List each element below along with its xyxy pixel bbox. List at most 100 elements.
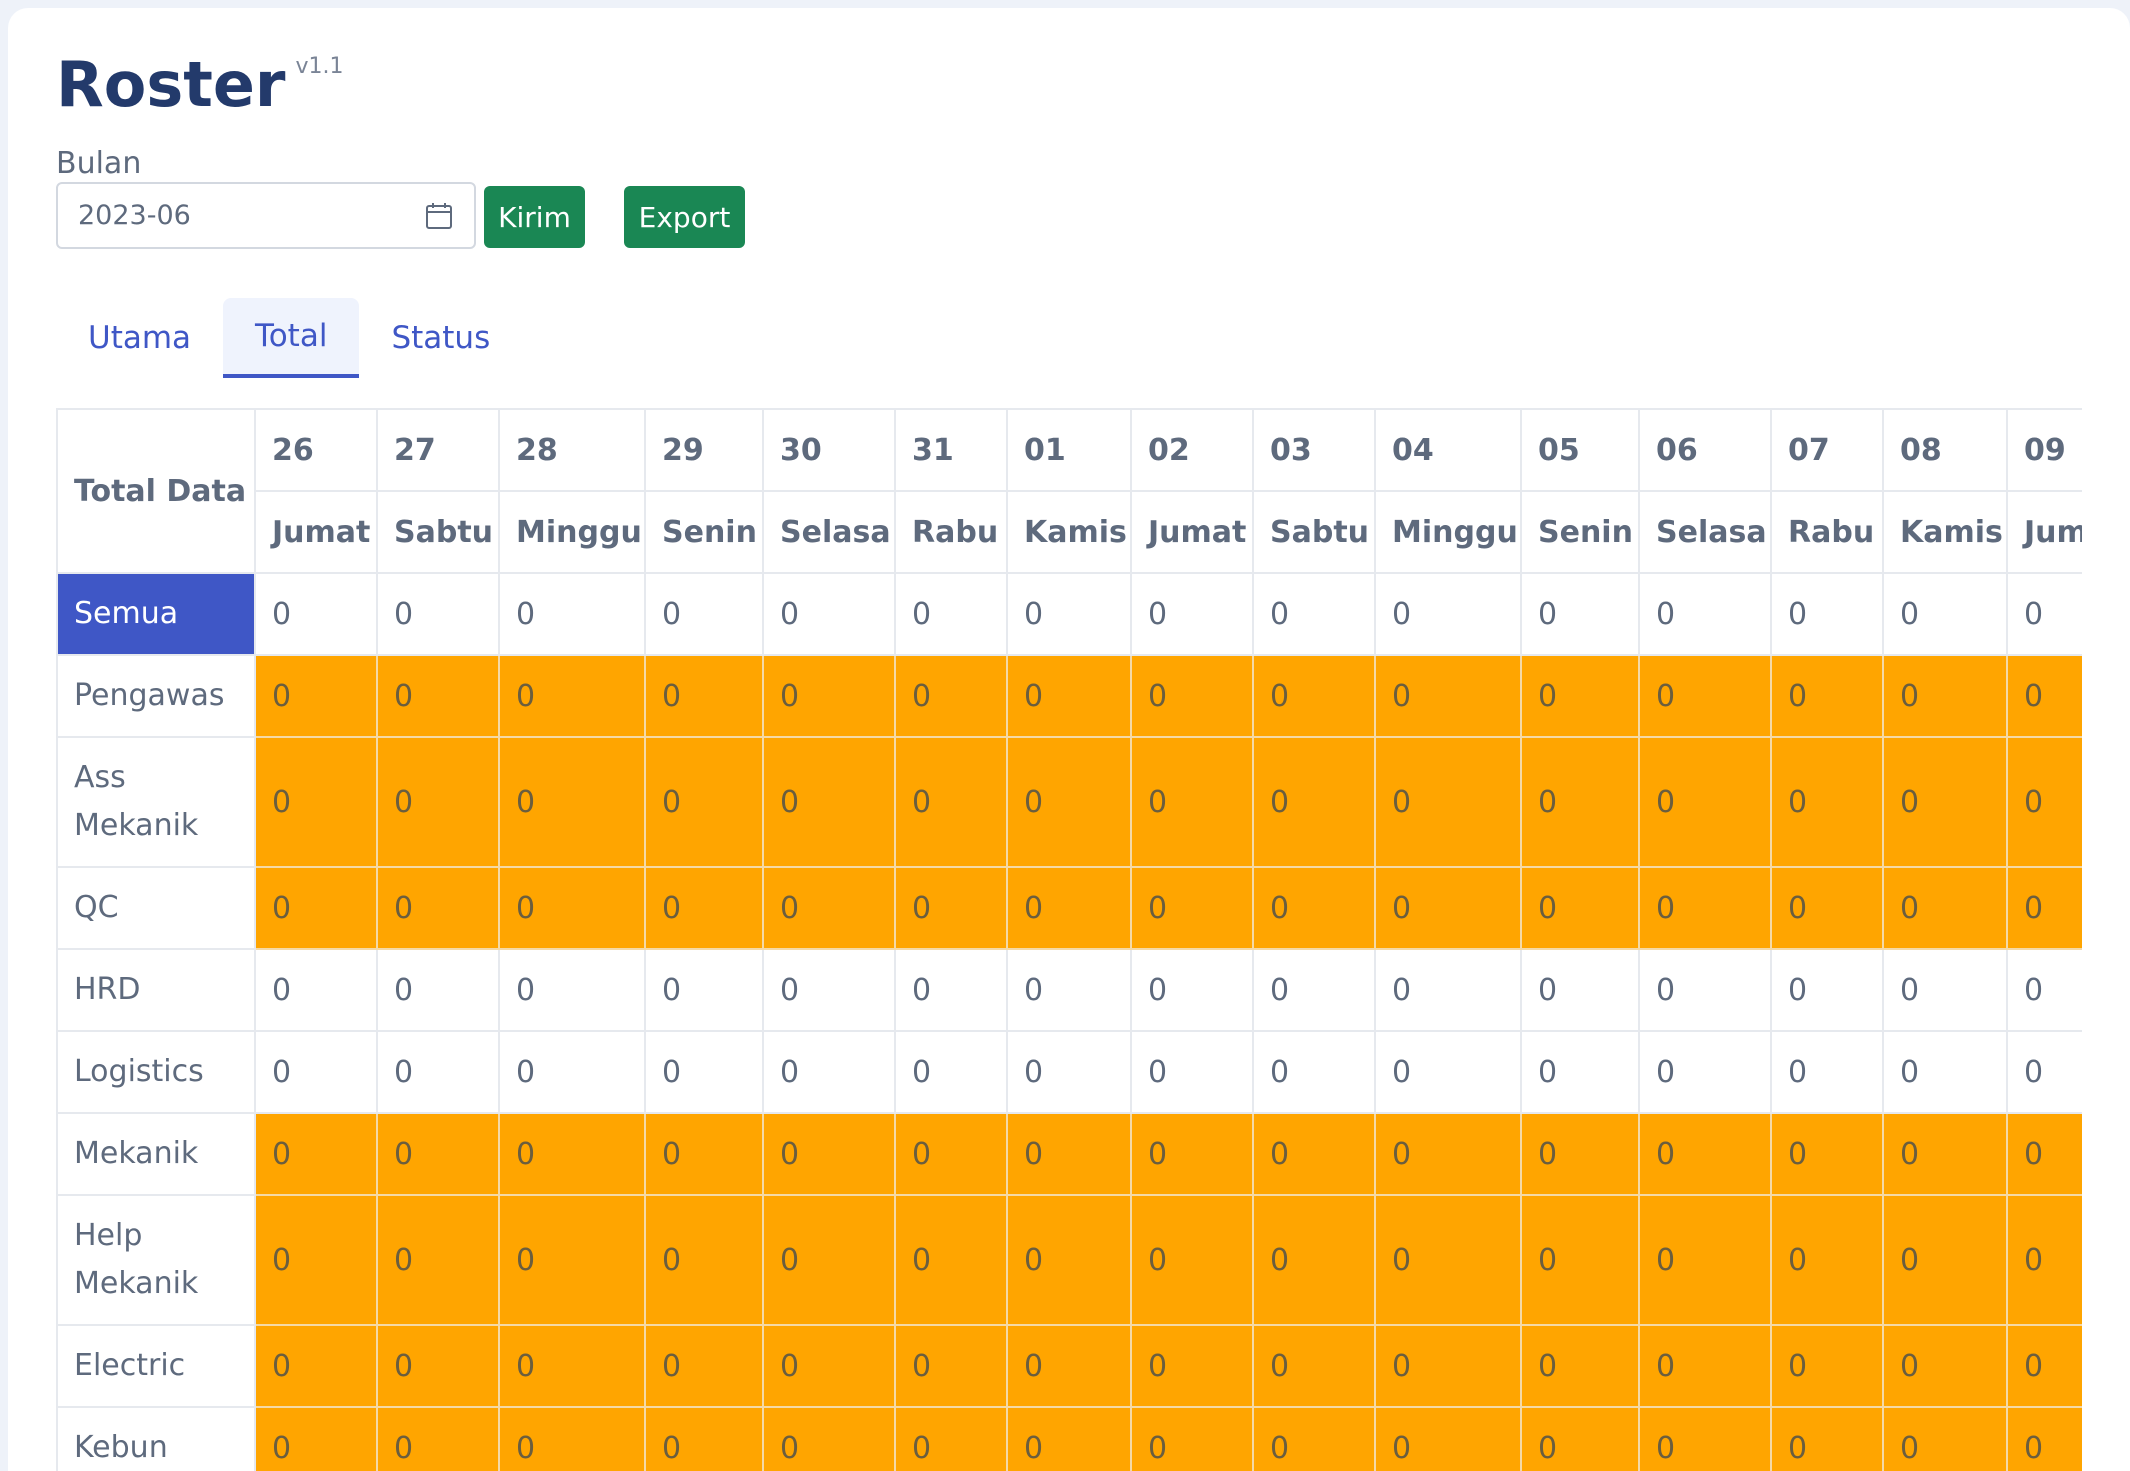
table-cell: 0 xyxy=(254,948,378,1032)
table-cell: 0 xyxy=(762,1194,896,1326)
table-cell: 0 xyxy=(762,1112,896,1196)
month-input-value: 2023-06 xyxy=(78,200,191,231)
table-cell: 0 xyxy=(894,948,1008,1032)
table-cell: 0 xyxy=(894,1112,1008,1196)
table-cell: 0 xyxy=(2006,654,2082,738)
day-header: Kamis xyxy=(1006,490,1132,574)
table-cell: 0 xyxy=(254,1324,378,1408)
table-cell: 0 xyxy=(1006,572,1132,656)
table-cell: 0 xyxy=(498,866,646,950)
table-cell: 0 xyxy=(1374,948,1522,1032)
table-cell: 0 xyxy=(1006,866,1132,950)
tab-utama[interactable]: Utama xyxy=(56,298,223,378)
table-cell: 0 xyxy=(498,736,646,868)
table-cell: 0 xyxy=(2006,736,2082,868)
table-cell: 0 xyxy=(1130,1194,1254,1326)
total-table-container[interactable]: Total Data 26 27 28 29 30 31 01 02 03 04 05 06 07 08 0… xyxy=(56,408,2082,1471)
table-cell: 0 xyxy=(644,1112,764,1196)
table-cell: 0 xyxy=(1374,654,1522,738)
date-header: 06 xyxy=(1638,408,1772,492)
table-cell: 0 xyxy=(1882,736,2008,868)
table-cell: 0 xyxy=(1770,866,1884,950)
table-cell: 0 xyxy=(1882,1112,2008,1196)
row-label: Electric xyxy=(56,1324,256,1408)
month-field-label: Bulan xyxy=(56,146,142,181)
day-header: Senin xyxy=(644,490,764,574)
date-header: 04 xyxy=(1374,408,1522,492)
table-cell: 0 xyxy=(376,948,500,1032)
table-cell: 0 xyxy=(1374,1406,1522,1471)
row-label: QC xyxy=(56,866,256,950)
table-cell: 0 xyxy=(894,1324,1008,1408)
table-cell: 0 xyxy=(376,572,500,656)
table-cell: 0 xyxy=(644,1194,764,1326)
table-cell: 0 xyxy=(1374,736,1522,868)
table-cell: 0 xyxy=(762,1030,896,1114)
date-header: 28 xyxy=(498,408,646,492)
date-header: 27 xyxy=(376,408,500,492)
row-label: Pengawas xyxy=(56,654,256,738)
table-cell: 0 xyxy=(1770,736,1884,868)
table-cell: 0 xyxy=(644,736,764,868)
table-cell: 0 xyxy=(644,948,764,1032)
export-button[interactable]: Export xyxy=(624,186,745,248)
table-cell: 0 xyxy=(1252,1406,1376,1471)
table-cell: 0 xyxy=(498,1324,646,1408)
date-header: 26 xyxy=(254,408,378,492)
table-cell: 0 xyxy=(1520,654,1640,738)
table-cell: 0 xyxy=(894,572,1008,656)
table-cell: 0 xyxy=(1638,1324,1772,1408)
date-header: 08 xyxy=(1882,408,2008,492)
month-input[interactable]: 2023-06 xyxy=(56,182,476,249)
table-cell: 0 xyxy=(1006,1194,1132,1326)
table-cell: 0 xyxy=(1770,654,1884,738)
table-cell: 0 xyxy=(1006,654,1132,738)
table-cell: 0 xyxy=(498,1194,646,1326)
table-row: Help Mekanik 0 0 0 0 0 0 0 0 0 0 0 0 0 0 0 xyxy=(56,1194,2082,1326)
table-cell: 0 xyxy=(894,736,1008,868)
date-header: 09 xyxy=(2006,408,2082,492)
table-cell: 0 xyxy=(2006,1112,2082,1196)
table-cell: 0 xyxy=(376,866,500,950)
table-cell: 0 xyxy=(1130,1112,1254,1196)
table-cell: 0 xyxy=(644,1030,764,1114)
table-cell: 0 xyxy=(1252,1324,1376,1408)
table-cell: 0 xyxy=(2006,1030,2082,1114)
tab-status[interactable]: Status xyxy=(359,298,522,378)
table-cell: 0 xyxy=(762,948,896,1032)
table-cell: 0 xyxy=(498,948,646,1032)
table-cell: 0 xyxy=(1006,1324,1132,1408)
table-cell: 0 xyxy=(498,1112,646,1196)
table-cell: 0 xyxy=(894,1030,1008,1114)
day-header: Sabtu xyxy=(1252,490,1376,574)
table-cell: 0 xyxy=(1638,1112,1772,1196)
table-cell: 0 xyxy=(1882,1030,2008,1114)
table-cell: 0 xyxy=(1006,736,1132,868)
table-cell: 0 xyxy=(1006,1112,1132,1196)
table-cell: 0 xyxy=(2006,1194,2082,1326)
row-label: Kebun xyxy=(56,1406,256,1471)
table-cell: 0 xyxy=(1520,866,1640,950)
table-cell: 0 xyxy=(644,572,764,656)
table-cell: 0 xyxy=(1130,948,1254,1032)
table-cell: 0 xyxy=(2006,1324,2082,1408)
table-cell: 0 xyxy=(1252,1030,1376,1114)
day-header: Kamis xyxy=(1882,490,2008,574)
table-cell: 0 xyxy=(376,654,500,738)
table-cell: 0 xyxy=(1130,1030,1254,1114)
table-cell: 0 xyxy=(498,654,646,738)
table-cell: 0 xyxy=(254,572,378,656)
table-cell: 0 xyxy=(1374,1324,1522,1408)
table-cell: 0 xyxy=(254,866,378,950)
calendar-icon[interactable] xyxy=(424,201,454,231)
table-row: Mekanik 0 0 0 0 0 0 0 0 0 0 0 0 0 0 0 xyxy=(56,1112,2082,1196)
roster-card: Roster v1.1 Bulan 2023-06 Kirim Export U… xyxy=(8,8,2130,1471)
table-cell: 0 xyxy=(1520,572,1640,656)
table-cell: 0 xyxy=(1252,948,1376,1032)
tab-total[interactable]: Total xyxy=(223,298,360,378)
row-label: Ass Mekanik xyxy=(56,736,256,868)
row-label[interactable]: Semua xyxy=(56,572,256,656)
page-title: Roster xyxy=(56,48,286,121)
submit-button[interactable]: Kirim xyxy=(484,186,585,248)
table-cell: 0 xyxy=(1252,866,1376,950)
